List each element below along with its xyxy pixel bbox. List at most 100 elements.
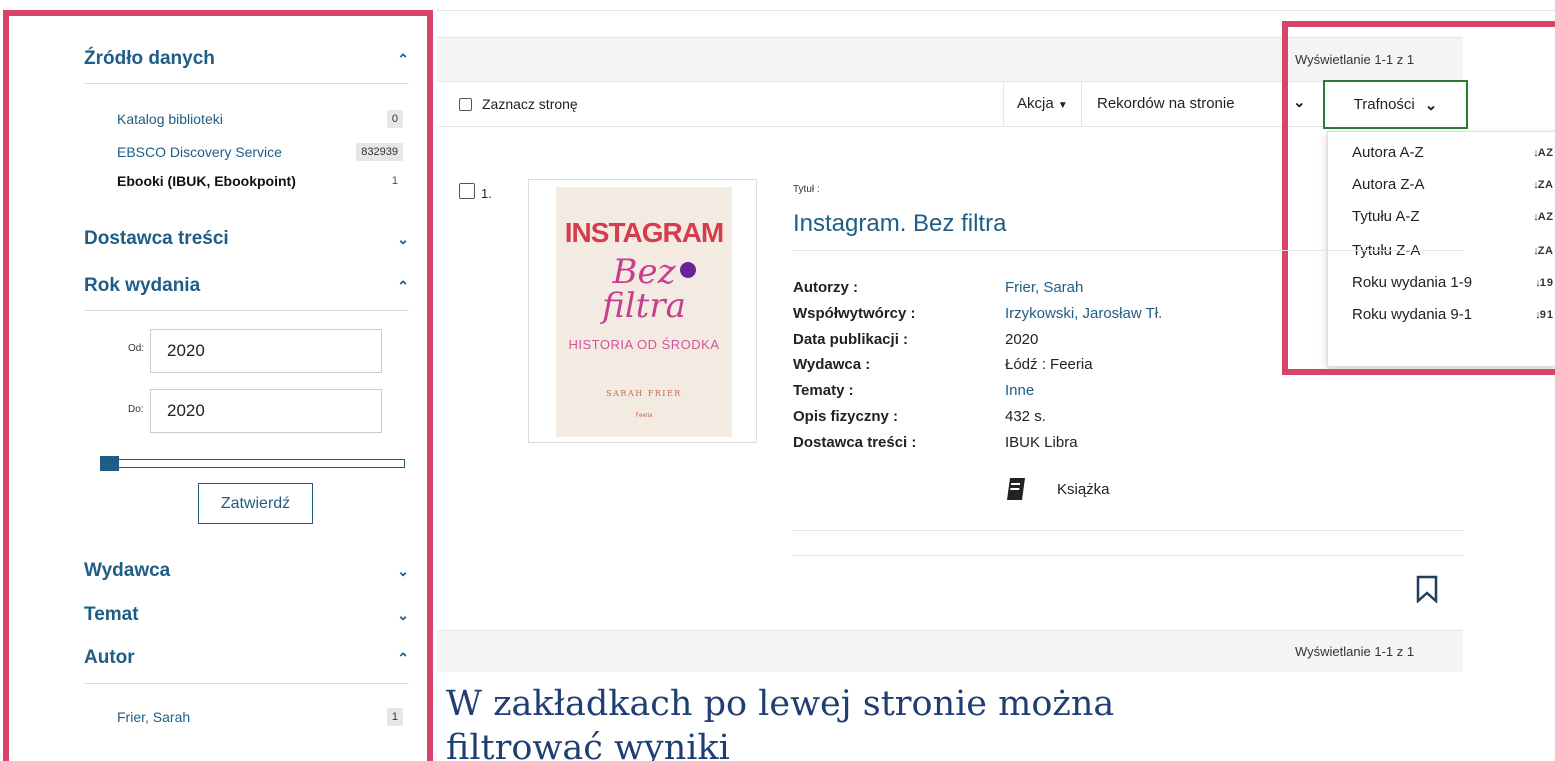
chevron-down-icon[interactable]: ⌄ (397, 563, 409, 580)
facet-title: Rok wydania (84, 275, 201, 296)
meta-label: Data publikacji : (793, 331, 909, 348)
meta-value: 2020 (1005, 331, 1039, 348)
tutorial-caption: W zakładkach po lewej stronie można filt… (446, 682, 1166, 761)
sort-option-year-91[interactable]: Roku wydania 9-1 ↓9 1 (1352, 306, 1553, 323)
facet-title: Dostawca treści (84, 228, 229, 249)
results-count-top: Wyświetlanie 1-1 z 1 (1295, 52, 1415, 67)
cover-title: INSTAGRAM (564, 217, 724, 248)
facet-item-count: 832939 (356, 143, 403, 161)
sort-option-title-az[interactable]: Tytułu A-Z ↓A Z (1352, 208, 1553, 225)
chevron-down-icon[interactable]: ⌄ (397, 607, 409, 624)
year-from-input[interactable]: 2020 (150, 329, 382, 373)
divider (84, 83, 409, 84)
author-link[interactable]: Frier, Sarah (1005, 279, 1083, 296)
facet-header-author[interactable]: Autor ⌃ (84, 647, 409, 669)
book-title-link[interactable]: Instagram. Bez filtra (793, 210, 1006, 238)
sort-option-author-az[interactable]: Autora A-Z ↓A Z (1352, 144, 1553, 161)
divider (1081, 81, 1082, 127)
book-cover[interactable]: INSTAGRAM Bez filtra HISTORIA OD ŚRODKA … (528, 179, 757, 443)
sort-option-author-za[interactable]: Autora Z-A ↓Z A (1352, 176, 1553, 193)
sort-option-label: Roku wydania 9-1 (1352, 306, 1473, 323)
bookmark-icon[interactable] (1416, 575, 1438, 608)
meta-label: Autorzy : (793, 279, 858, 296)
apply-year-button[interactable]: Zatwierdź (198, 483, 313, 524)
sort-option-label: Tytułu A-Z (1352, 208, 1420, 225)
facet-item-label: EBSCO Discovery Service (117, 144, 282, 160)
cover-dot (680, 262, 696, 278)
facet-title: Źródło danych (84, 48, 215, 69)
facet-title: Autor (84, 647, 135, 668)
sort-selected-label: Trafności (1353, 96, 1415, 113)
format-label: Książka (1057, 481, 1110, 498)
facet-item-ebooki[interactable]: Ebooki (IBUK, Ebookpoint) 1 (117, 172, 403, 190)
meta-label: Dostawca treści : (793, 434, 917, 451)
sort-ascending-icon: ↓A Z (1533, 146, 1553, 159)
facet-item-ebsco[interactable]: EBSCO Discovery Service 832939 (117, 143, 403, 161)
facet-header-source[interactable]: Źródło danych ⌃ (84, 48, 409, 70)
meta-value: Łódź : Feeria (1005, 356, 1093, 373)
chevron-down-icon[interactable]: ⌄ (397, 231, 409, 248)
facet-item-katalog[interactable]: Katalog biblioteki 0 (117, 110, 403, 128)
meta-label: Opis fizyczny : (793, 408, 899, 425)
select-page-checkbox[interactable] (459, 98, 472, 111)
facet-item-count: 1 (386, 708, 403, 726)
records-per-page-dropdown[interactable]: Rekordów na stronie (1097, 95, 1235, 112)
select-page-label[interactable]: Zaznacz stronę (482, 96, 578, 112)
caption-line: W zakładkach po lewej stronie można (446, 684, 1115, 724)
cover-subtitle: HISTORIA OD ŚRODKA (568, 337, 720, 352)
cover-author: SARAH FRIER (606, 389, 682, 398)
book-icon (1005, 477, 1027, 506)
facet-header-year[interactable]: Rok wydania ⌃ (84, 275, 409, 297)
facet-title: Temat (84, 604, 139, 625)
cover-filtra: filtra (602, 286, 686, 326)
action-dropdown[interactable]: Akcja ▼ (1017, 95, 1068, 112)
sort-menu: Autora A-Z ↓A Z Autora Z-A ↓Z A Tytułu A… (1327, 131, 1555, 367)
facet-item-count: 0 (386, 110, 403, 128)
result-checkbox[interactable] (459, 183, 475, 199)
divider (793, 530, 1463, 531)
sort-numeric-descending-icon: ↓9 1 (1535, 308, 1553, 321)
meta-label: Współwytwórcy : (793, 305, 916, 322)
sort-option-year-19[interactable]: Roku wydania 1-9 ↓1 9 (1352, 274, 1553, 291)
meta-label: Tematy : (793, 382, 854, 399)
sort-ascending-icon: ↓A Z (1533, 210, 1553, 223)
action-label: Akcja (1017, 95, 1054, 112)
facet-header-subject[interactable]: Temat ⌄ (84, 604, 409, 626)
contributor-link[interactable]: Irzykowski, Jarosław Tł. (1005, 305, 1162, 322)
sort-descending-icon: ↓Z A (1533, 244, 1553, 257)
divider (1003, 81, 1004, 127)
divider (84, 683, 409, 684)
year-slider-track[interactable] (100, 459, 405, 468)
meta-value: IBUK Libra (1005, 434, 1078, 451)
year-from-label: Od: (128, 343, 145, 354)
facet-title: Wydawca (84, 560, 171, 581)
cover-publisher: Feeria (635, 413, 653, 419)
book-cover-image: INSTAGRAM Bez filtra HISTORIA OD ŚRODKA … (556, 187, 732, 437)
facet-header-publisher[interactable]: Wydawca ⌄ (84, 560, 409, 582)
facet-item-label: Frier, Sarah (117, 709, 191, 725)
caret-down-icon: ▼ (1057, 100, 1068, 111)
title-label: Tytuł : (793, 184, 820, 195)
year-slider-handle[interactable] (100, 456, 119, 471)
meta-value: 432 s. (1005, 408, 1046, 425)
chevron-up-icon[interactable]: ⌃ (397, 650, 409, 667)
sort-numeric-ascending-icon: ↓1 9 (1535, 276, 1553, 289)
facet-header-provider[interactable]: Dostawca treści ⌄ (84, 228, 409, 250)
facet-item-count: 1 (391, 175, 398, 187)
sort-option-label: Autora A-Z (1352, 144, 1424, 161)
cover-bez: Bez (612, 252, 676, 292)
divider (793, 555, 1463, 556)
chevron-up-icon[interactable]: ⌃ (397, 278, 409, 295)
sort-descending-icon: ↓Z A (1533, 178, 1553, 191)
chevron-up-icon[interactable]: ⌃ (397, 51, 409, 68)
subject-link[interactable]: Inne (1005, 382, 1034, 399)
year-to-input[interactable]: 2020 (150, 389, 382, 433)
result-number: 1. (481, 186, 492, 201)
chevron-down-icon[interactable]: ⌄ (1293, 93, 1306, 111)
facet-item-author-frier[interactable]: Frier, Sarah 1 (117, 708, 403, 726)
facet-item-label: Katalog biblioteki (117, 111, 223, 127)
sort-dropdown[interactable]: Trafności ⌄ (1323, 80, 1468, 129)
caption-line: filtrować wyniki (446, 728, 730, 761)
results-toolbar (437, 81, 1463, 127)
sort-option-label: Autora Z-A (1352, 176, 1425, 193)
